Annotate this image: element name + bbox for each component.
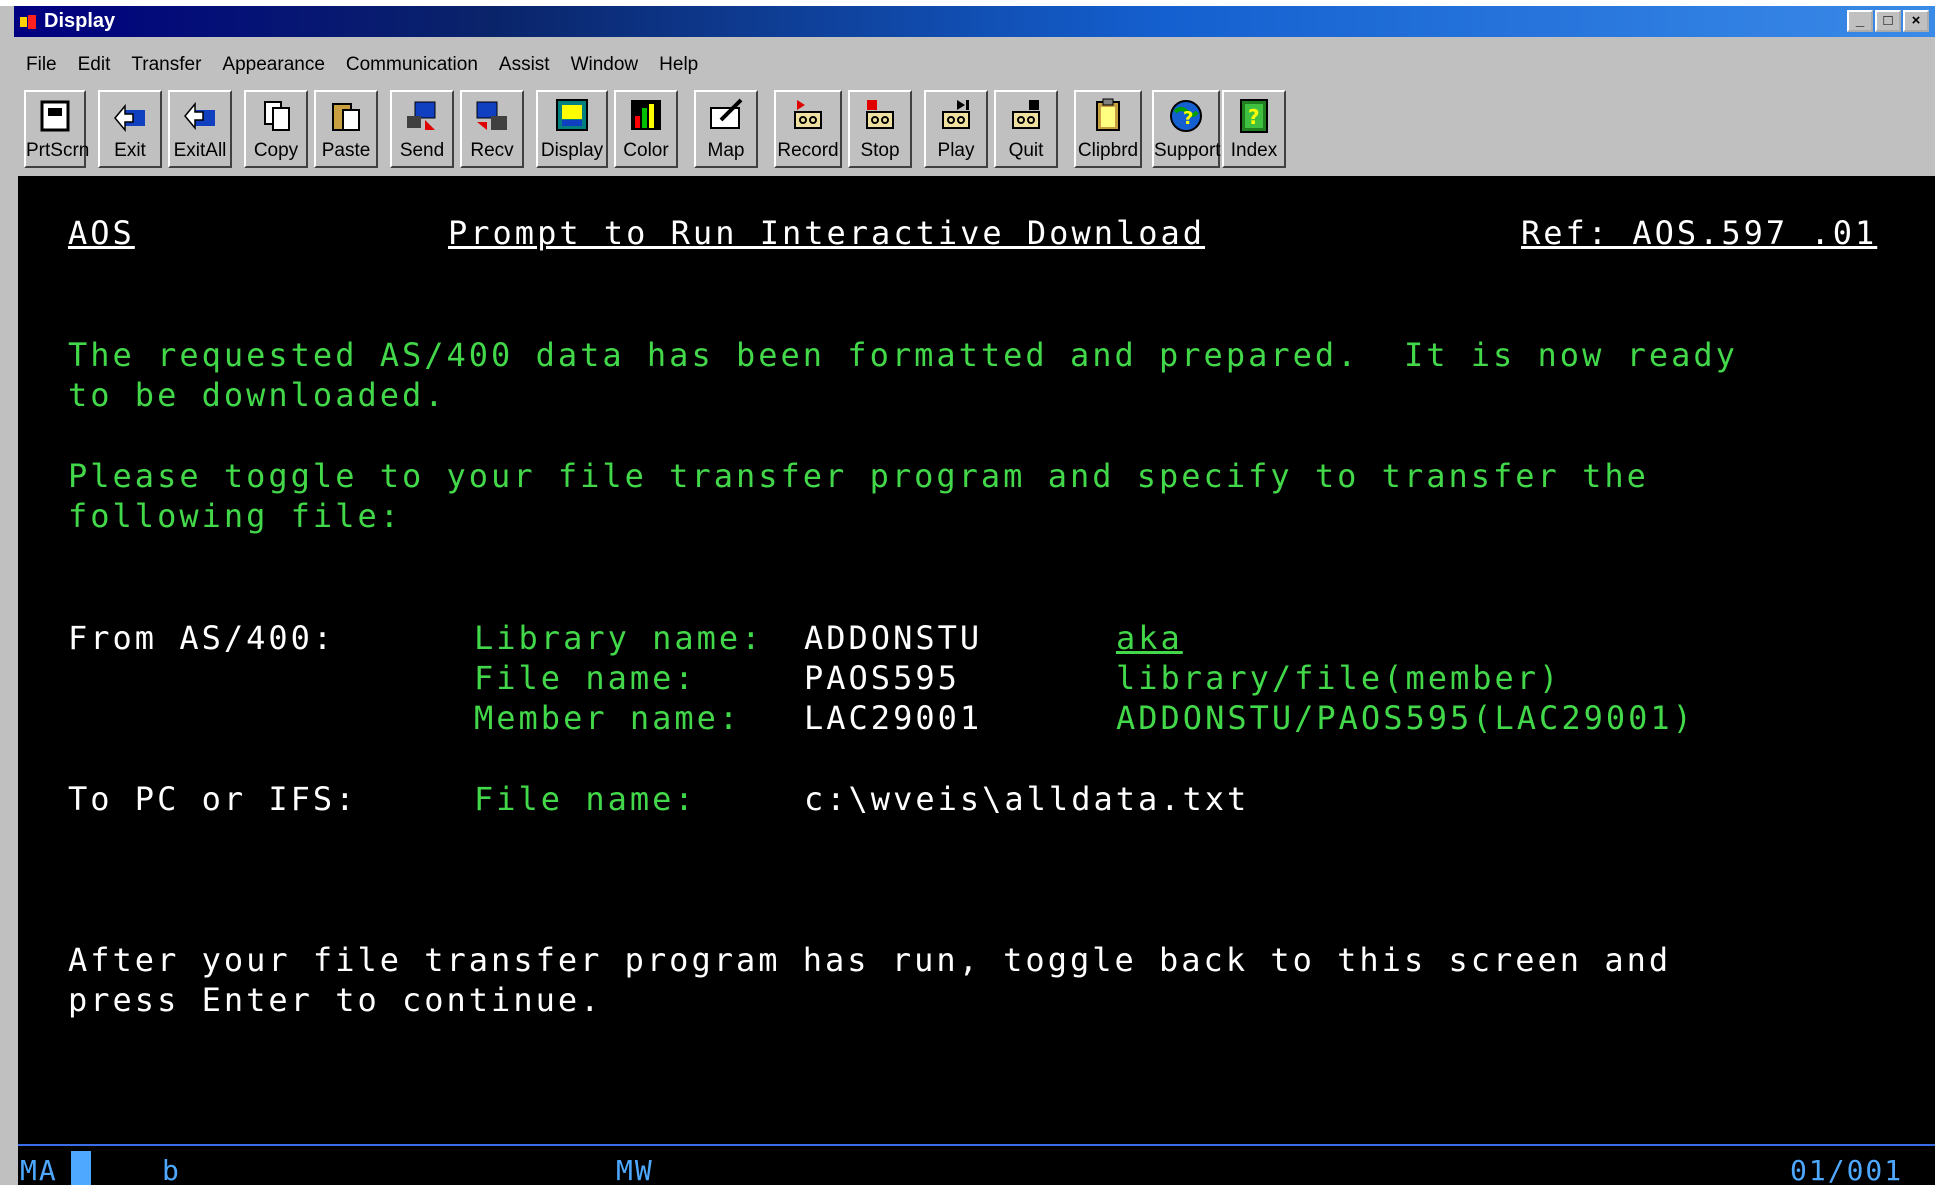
button-label: Recv	[470, 140, 514, 161]
from-label: From AS/400:	[68, 619, 336, 657]
menu-assist[interactable]: Assist	[487, 54, 559, 76]
color-button[interactable]: Color	[614, 90, 678, 168]
map-icon	[710, 98, 743, 129]
button-label: Exit	[114, 140, 146, 161]
button-label: Record	[777, 140, 839, 161]
menu-bar: File Edit Transfer Appearance Communicat…	[14, 50, 707, 80]
play-button[interactable]: Play	[924, 90, 988, 168]
menu-file[interactable]: File	[14, 54, 66, 76]
quit-icon	[1012, 100, 1040, 129]
map-button[interactable]: Map	[694, 90, 758, 168]
menu-edit[interactable]: Edit	[66, 54, 120, 76]
format-hint: library/file(member)	[1116, 659, 1562, 697]
quit-button[interactable]: Quit	[994, 90, 1058, 168]
full-path: ADDONSTU/PAOS595(LAC29001)	[1116, 699, 1695, 737]
exit-icon	[114, 103, 145, 133]
member-name-label: Member name:	[474, 699, 742, 737]
menu-window[interactable]: Window	[559, 54, 648, 76]
button-label: Color	[623, 140, 669, 161]
app-icon	[20, 15, 36, 29]
terminal-screen[interactable]: AOS Prompt to Run Interactive Download R…	[18, 176, 1935, 1187]
button-label: Quit	[1008, 140, 1044, 161]
play-icon	[942, 100, 970, 129]
pc-file-name-value: c:\wveis\alldata.txt	[804, 780, 1250, 818]
recv-button[interactable]: Recv	[460, 90, 524, 168]
screen-title: Prompt to Run Interactive Download	[448, 214, 1206, 252]
color-icon	[631, 100, 661, 130]
button-label: Copy	[253, 140, 299, 161]
button-label: Send	[399, 140, 445, 161]
paste-button[interactable]: Paste	[314, 90, 378, 168]
status-mode: MW	[616, 1154, 654, 1187]
stop-icon	[866, 100, 894, 129]
button-label: Paste	[321, 140, 371, 161]
library-name-value: ADDONSTU	[804, 619, 983, 657]
button-label: Display	[540, 140, 604, 161]
aka-label: aka	[1116, 619, 1183, 657]
record-button[interactable]: Record	[774, 90, 842, 168]
copy-button[interactable]: Copy	[244, 90, 308, 168]
instruction-line: following file:	[68, 497, 402, 535]
menu-transfer[interactable]: Transfer	[119, 54, 210, 76]
program-id: AOS	[68, 214, 135, 252]
button-label: PrtScrn	[26, 140, 90, 161]
instruction-line: Please toggle to your file transfer prog…	[68, 457, 1649, 495]
status-ma: MA	[20, 1154, 58, 1187]
footer-instruction: After your file transfer program has run…	[68, 941, 1672, 979]
close-button[interactable]: ×	[1903, 10, 1929, 32]
send-icon	[407, 101, 436, 130]
exit-all-icon	[184, 101, 215, 131]
button-label: Play	[937, 140, 975, 161]
button-label: Stop	[860, 140, 900, 161]
exit-button[interactable]: Exit	[98, 90, 162, 168]
library-name-label: Library name:	[474, 619, 764, 657]
status-indicator: b	[162, 1154, 181, 1187]
member-name-value: LAC29001	[804, 699, 983, 737]
menu-communication[interactable]: Communication	[334, 54, 487, 76]
paste-icon	[332, 103, 360, 131]
status-separator	[18, 1144, 1935, 1146]
button-label: Map	[707, 140, 745, 161]
send-button[interactable]: Send	[390, 90, 454, 168]
button-label: ExitAll	[173, 140, 227, 161]
menu-appearance[interactable]: Appearance	[210, 54, 333, 76]
button-label: Index	[1230, 140, 1278, 161]
message-line: to be downloaded.	[68, 376, 447, 414]
file-name-label: File name:	[474, 659, 697, 697]
printer-icon	[40, 100, 70, 132]
menu-help[interactable]: Help	[647, 54, 707, 76]
pc-file-name-label: File name:	[474, 780, 697, 818]
maximize-button[interactable]: □	[1875, 10, 1901, 32]
copy-icon	[264, 101, 290, 131]
display-icon	[556, 99, 588, 131]
footer-instruction: press Enter to continue.	[68, 981, 603, 1019]
stop-button[interactable]: Stop	[848, 90, 912, 168]
support-icon: ?	[1170, 100, 1202, 132]
prtscrn-button[interactable]: PrtScrn	[24, 90, 90, 168]
exitall-button[interactable]: ExitAll	[168, 90, 232, 168]
receive-icon	[476, 101, 507, 130]
record-icon	[794, 100, 822, 129]
clipbrd-button[interactable]: Clipbrd	[1074, 90, 1142, 168]
index-icon: ?	[1240, 99, 1268, 133]
support-button[interactable]: ? Support	[1152, 90, 1221, 168]
clipboard-icon	[1096, 98, 1120, 131]
cursor-block	[71, 1151, 91, 1185]
window-title: Display	[44, 10, 116, 32]
to-label: To PC or IFS:	[68, 780, 358, 818]
screen-reference: Ref: AOS.597 .01	[1521, 214, 1878, 252]
cursor-position: 01/001	[1790, 1154, 1904, 1187]
button-label: Support	[1154, 140, 1221, 161]
message-line: The requested AS/400 data has been forma…	[68, 336, 1738, 374]
file-name-value: PAOS595	[804, 659, 960, 697]
minimize-button[interactable]: _	[1847, 10, 1873, 32]
display-button[interactable]: Display	[536, 90, 608, 168]
svg-text:?: ?	[1183, 108, 1193, 129]
index-button[interactable]: ? Index	[1222, 90, 1286, 168]
button-label: Clipbrd	[1077, 140, 1139, 161]
title-bar[interactable]: Display _ □ ×	[14, 6, 1935, 37]
svg-text:?: ?	[1248, 105, 1260, 129]
